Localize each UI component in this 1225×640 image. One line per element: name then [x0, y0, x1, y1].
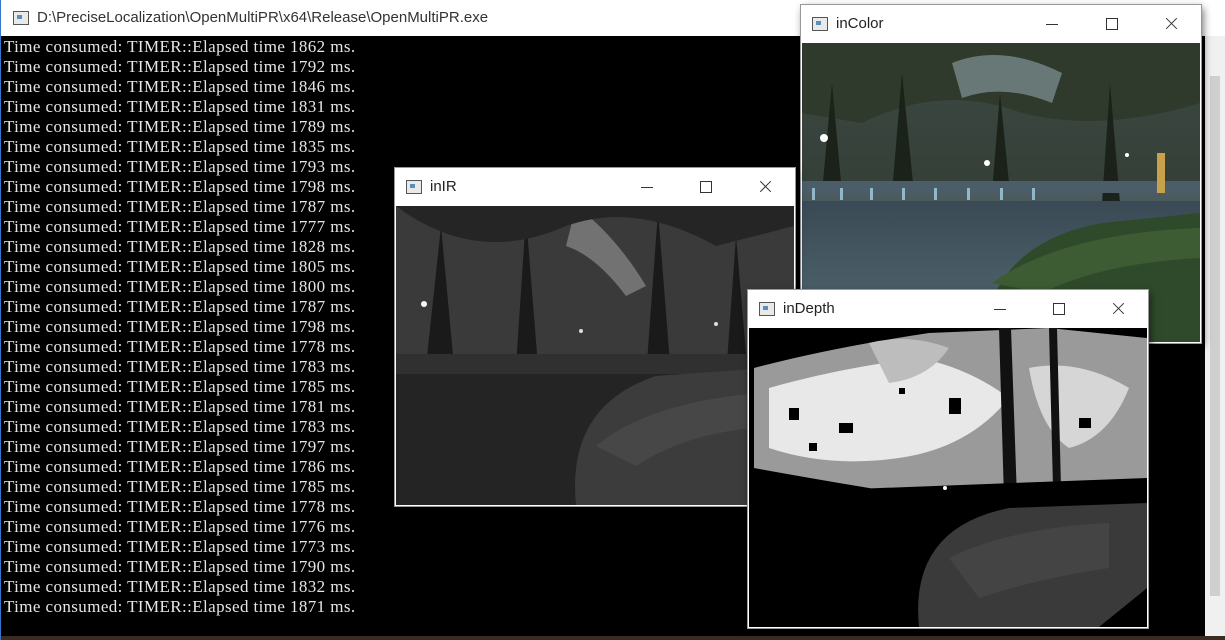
console-title: D:\PreciseLocalization\OpenMultiPR\x64\R… — [37, 9, 489, 26]
close-icon[interactable] — [756, 177, 776, 197]
console-scrollbar[interactable] — [1205, 36, 1225, 640]
incolor-title-bar[interactable]: inColor — [801, 5, 1201, 43]
indepth-title: inDepth — [783, 300, 835, 317]
app-window-icon — [13, 11, 29, 25]
close-icon[interactable] — [1109, 299, 1129, 319]
taskbar-edge — [1, 636, 1225, 640]
indepth-title-bar[interactable]: inDepth — [748, 290, 1148, 328]
inir-title-bar[interactable]: inIR — [395, 168, 795, 206]
minimize-icon[interactable] — [638, 177, 658, 197]
minimize-icon[interactable] — [1043, 14, 1063, 34]
app-window-icon — [812, 17, 828, 31]
inir-title: inIR — [430, 178, 457, 195]
scrollbar-thumb[interactable] — [1210, 76, 1220, 596]
close-icon[interactable] — [1162, 14, 1182, 34]
maximize-icon[interactable] — [1103, 14, 1123, 34]
maximize-icon[interactable] — [1050, 299, 1070, 319]
minimize-icon[interactable] — [991, 299, 1011, 319]
depth-camera-image — [749, 328, 1147, 627]
inir-window: inIR — [395, 168, 795, 506]
incolor-title: inColor — [836, 15, 884, 32]
indepth-window: inDepth — [748, 290, 1148, 628]
app-window-icon — [759, 302, 775, 316]
app-window-icon — [406, 180, 422, 194]
maximize-icon[interactable] — [697, 177, 717, 197]
ir-camera-image — [396, 206, 794, 505]
